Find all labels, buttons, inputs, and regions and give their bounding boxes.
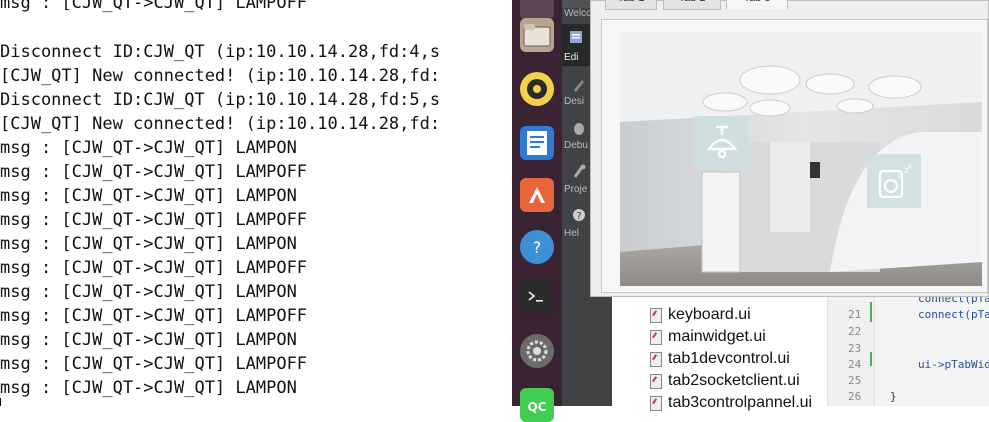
washer-sleep-icon: z z z — [878, 162, 912, 199]
terminal-line: msg : [CJW_QT->CJW_QT] LAMPON — [0, 282, 297, 302]
file-name: tab3controlpannel.ui — [668, 394, 813, 411]
code-line: } — [890, 390, 897, 403]
terminal-line: msg : [CJW_QT->CJW_QT] LAMPOFF — [0, 162, 308, 182]
ui-file-icon — [650, 307, 662, 323]
terminal-line: msg : [CJW_QT->CJW_QT] LAMPON — [0, 234, 297, 254]
line-number: 22 — [848, 325, 862, 338]
line-number: 25 — [848, 374, 862, 387]
terminal-line: msg : [CJW_QT->CJW_QT] LAMPON — [0, 378, 297, 398]
terminal-line: [CJW_QT] New connected! (ip:10.10.14.28,… — [0, 66, 441, 86]
ui-file-icon — [650, 329, 662, 345]
file-item[interactable]: tab2socketclient.ui — [650, 370, 800, 392]
tab3-panel: z z z — [601, 19, 988, 293]
lamp-icon — [706, 125, 738, 159]
terminal-line: msg : [CJW_QT->CJW_QT] LAMPON — [0, 330, 297, 350]
mode-welcome[interactable] — [562, 0, 590, 8]
tab-bar: Tab 1 Tab 2 Tab 3 — [591, 0, 988, 11]
change-marker — [870, 302, 872, 322]
svg-text:z: z — [908, 162, 912, 170]
mode-help-label[interactable]: Hel — [564, 228, 579, 239]
lamp-button[interactable] — [695, 116, 749, 170]
design-icon — [574, 80, 584, 92]
terminal-icon[interactable] — [520, 280, 554, 314]
terminal-line: Disconnect ID:CJW_QT (ip:10.10.14.28,fd:… — [0, 90, 441, 110]
help-icon[interactable]: ? — [520, 230, 554, 264]
line-number: 26 — [848, 390, 862, 403]
terminal-line: msg : [CJW_QT->CJW_QT] LAMPOFF — [0, 258, 308, 278]
rhythmbox-icon[interactable] — [520, 72, 554, 106]
svg-text:z: z — [898, 171, 902, 179]
qt-creator-icon[interactable]: QC — [520, 388, 554, 422]
file-name: tab1devcontrol.ui — [668, 350, 790, 367]
terminal-line: msg : [CJW_QT->CJW_QT] LAMPOFF — [0, 210, 308, 230]
change-marker — [870, 352, 872, 366]
ubuntu-dock: ? QC — [512, 0, 562, 422]
file-item[interactable]: keyboard.ui — [650, 304, 751, 326]
terminal-output[interactable]: msg : [CJW_QT->CJW_QT] LAMPOFF Disconnec… — [0, 0, 512, 406]
software-center-icon[interactable] — [520, 178, 554, 212]
edit-icon — [570, 31, 582, 43]
file-item[interactable]: mainwidget.ui — [650, 326, 766, 348]
tab-3[interactable]: Tab 3 — [726, 0, 788, 9]
mode-projects-label[interactable]: Proje — [564, 184, 587, 195]
files-icon[interactable] — [520, 18, 554, 52]
tab-1[interactable]: Tab 1 — [605, 0, 657, 10]
svg-text:?: ? — [576, 211, 581, 222]
code-line: ui->pTabWid — [918, 358, 989, 371]
libreoffice-writer-icon[interactable] — [520, 126, 554, 160]
mode-edit[interactable]: Edi — [562, 24, 590, 66]
terminal-line: msg : [CJW_QT->CJW_QT] LAMPON — [0, 186, 297, 206]
terminal-line: msg : [CJW_QT->CJW_QT] LAMPOFF — [0, 354, 308, 374]
line-number: 21 — [848, 308, 862, 321]
line-number: 24 — [848, 358, 862, 371]
svg-text:QC: QC — [527, 400, 546, 413]
ui-file-icon — [650, 373, 662, 389]
ui-file-icon — [650, 351, 662, 367]
mode-welcome-label: Welco — [564, 8, 592, 19]
room-image — [620, 32, 982, 286]
terminal-cursor — [0, 398, 1, 406]
terminal-line: msg : [CJW_QT->CJW_QT] LAMPON — [0, 138, 297, 158]
file-name: mainwidget.ui — [668, 328, 766, 345]
code-line: connect(pTa — [918, 308, 989, 321]
project-tree: keyboard.ui mainwidget.ui tab1devcontrol… — [612, 296, 828, 411]
debug-icon — [574, 123, 584, 135]
terminal-line: msg : [CJW_QT->CJW_QT] LAMPOFF — [0, 0, 308, 13]
app-window: Tab 1 Tab 2 Tab 3 — [590, 0, 989, 297]
ui-file-icon — [650, 395, 662, 411]
terminal-line: Disconnect ID:CJW_QT (ip:10.10.14.28,fd:… — [0, 42, 441, 62]
terminal-line: [CJW_QT] New connected! (ip:10.10.14.28,… — [0, 114, 441, 134]
file-item[interactable]: tab1devcontrol.ui — [650, 348, 790, 370]
appliance-sleep-button[interactable]: z z z — [867, 154, 921, 208]
code-editor[interactable]: 21 22 23 24 25 26 connect(pTa connect(pT… — [828, 292, 989, 406]
mode-design-label[interactable]: Desi — [564, 96, 584, 107]
tab-2[interactable]: Tab 2 — [663, 0, 721, 10]
help-mode-icon: ? — [573, 209, 585, 222]
line-number: 23 — [848, 342, 862, 355]
file-name: keyboard.ui — [668, 306, 751, 323]
file-name: tab2socketclient.ui — [668, 372, 800, 389]
svg-text:?: ? — [533, 238, 542, 257]
terminal-line: msg : [CJW_QT->CJW_QT] LAMPOFF — [0, 306, 308, 326]
projects-icon — [573, 164, 586, 178]
file-item[interactable]: tab3controlpannel.ui — [650, 392, 812, 414]
mode-debug-label[interactable]: Debu — [564, 140, 588, 151]
mode-edit-label: Edi — [564, 52, 579, 63]
dock-app-icon[interactable] — [520, 0, 554, 20]
settings-icon[interactable] — [520, 334, 554, 368]
